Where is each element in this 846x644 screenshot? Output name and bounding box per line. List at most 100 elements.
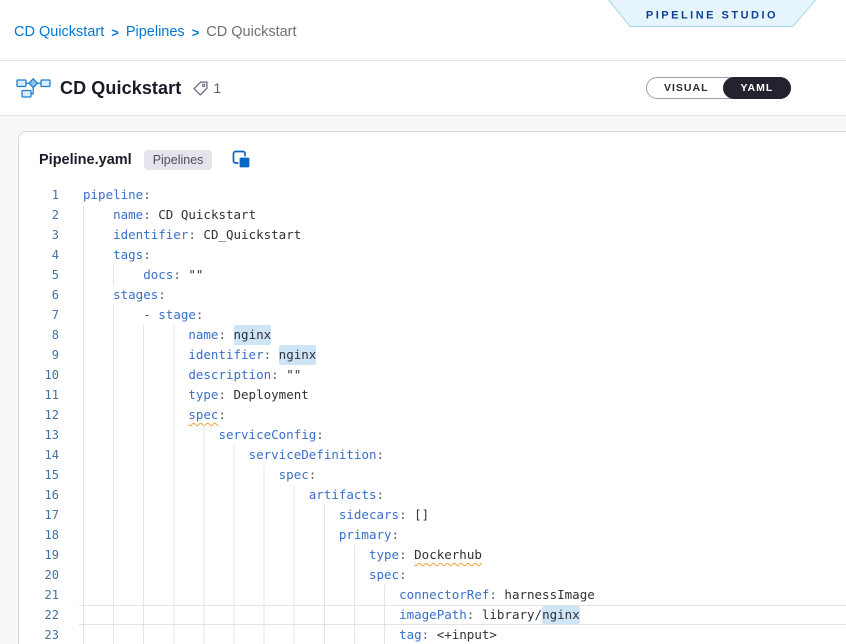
- indent-guides: [83, 485, 309, 505]
- line-number: 13: [19, 425, 59, 445]
- code-line-content: sidecars: []: [79, 505, 846, 525]
- tag-icon: [192, 80, 209, 97]
- indent-guides: [83, 585, 399, 605]
- breadcrumb-current: CD Quickstart: [206, 24, 296, 40]
- indent-guides: [83, 205, 113, 225]
- indent-guides: [83, 365, 188, 385]
- copy-yaml-button[interactable]: [230, 148, 253, 171]
- code-line-15[interactable]: 15spec:: [19, 465, 846, 485]
- code-line-11[interactable]: 11type: Deployment: [19, 385, 846, 405]
- tags-indicator[interactable]: 1: [192, 80, 221, 97]
- line-number: 21: [19, 585, 59, 605]
- line-number: 23: [19, 625, 59, 644]
- indent-guides: [83, 565, 369, 585]
- code-line-9[interactable]: 9 identifier: nginx: [19, 345, 846, 365]
- top-bar: CD Quickstart > Pipelines > CD Quickstar…: [0, 0, 846, 61]
- line-number: 7: [19, 305, 59, 325]
- code-line-18[interactable]: 18primary:: [19, 525, 846, 545]
- code-line-content: primary:: [79, 525, 846, 545]
- copy-icon: [230, 148, 253, 171]
- code-line-content: type: Dockerhub: [79, 545, 846, 565]
- indent-guides: [83, 325, 188, 345]
- code-line-17[interactable]: 17 sidecars: []: [19, 505, 846, 525]
- indent-guides: [83, 465, 279, 485]
- breadcrumb-separator: >: [192, 25, 200, 40]
- indent-guides: [83, 445, 249, 465]
- breadcrumb-link-pipelines[interactable]: Pipelines: [126, 24, 185, 40]
- line-number: 10: [19, 365, 59, 385]
- code-line-content: pipeline:: [79, 185, 846, 205]
- indent-guides: [83, 425, 218, 445]
- code-line-8[interactable]: 8 name: nginx: [19, 325, 846, 345]
- indent-guides: [83, 345, 188, 365]
- code-line-content: description: "": [79, 365, 846, 385]
- line-number: 5: [19, 265, 59, 285]
- code-line-3[interactable]: 3 identifier: CD_Quickstart: [19, 225, 846, 245]
- indent-guides: [83, 385, 188, 405]
- line-number: 9: [19, 345, 59, 365]
- line-number: 16: [19, 485, 59, 505]
- code-line-content: identifier: nginx: [79, 345, 846, 365]
- indent-guides: [83, 625, 399, 644]
- code-line-5[interactable]: 5 docs: "": [19, 265, 846, 285]
- tag-count: 1: [213, 80, 221, 96]
- breadcrumb-link-project[interactable]: CD Quickstart: [14, 24, 104, 40]
- code-line-6[interactable]: 6 stages:: [19, 285, 846, 305]
- code-line-content: imagePath: library/nginx: [79, 605, 846, 625]
- code-line-content: - stage:: [79, 305, 846, 325]
- indent-guides: [83, 606, 399, 624]
- code-line-23[interactable]: 23 tag: <+input>: [19, 625, 846, 644]
- code-line-20[interactable]: 20spec:: [19, 565, 846, 585]
- line-number: 1: [19, 185, 59, 205]
- indent-guides: [83, 405, 188, 425]
- code-line-13[interactable]: 13serviceConfig:: [19, 425, 846, 445]
- line-number: 22: [19, 605, 59, 625]
- file-name: Pipeline.yaml: [39, 152, 132, 168]
- code-line-7[interactable]: 7 - stage:: [19, 305, 846, 325]
- code-line-content: name: CD Quickstart: [79, 205, 846, 225]
- code-line-12[interactable]: 12 spec:: [19, 405, 846, 425]
- editor-header: Pipeline.yaml Pipelines: [19, 132, 846, 179]
- line-number: 17: [19, 505, 59, 525]
- indent-guides: [83, 285, 113, 305]
- line-number: 4: [19, 245, 59, 265]
- code-line-4[interactable]: 4 tags:: [19, 245, 846, 265]
- pipeline-icon: [16, 77, 51, 99]
- code-line-14[interactable]: 14serviceDefinition:: [19, 445, 846, 465]
- yaml-toggle-button[interactable]: YAML: [723, 77, 792, 99]
- code-line-16[interactable]: 16 artifacts:: [19, 485, 846, 505]
- indent-guides: [83, 265, 143, 285]
- line-number: 14: [19, 445, 59, 465]
- line-number: 12: [19, 405, 59, 425]
- code-line-21[interactable]: 21 connectorRef: harnessImage: [19, 585, 846, 605]
- breadcrumb-separator: >: [111, 25, 119, 40]
- code-line-19[interactable]: 19type: Dockerhub: [19, 545, 846, 565]
- pipeline-studio-badge: PIPELINE STUDIO: [606, 0, 818, 28]
- code-line-content: identifier: CD_Quickstart: [79, 225, 846, 245]
- code-line-2[interactable]: 2 name: CD Quickstart: [19, 205, 846, 225]
- code-line-content: docs: "": [79, 265, 846, 285]
- line-number: 3: [19, 225, 59, 245]
- line-number: 2: [19, 205, 59, 225]
- code-lines: 1 pipeline: 2 name: CD Quickstart 3 identifie…: [19, 185, 846, 644]
- code-line-content: stages:: [79, 285, 846, 305]
- code-line-content: artifacts:: [79, 485, 846, 505]
- code-line-10[interactable]: 10 description: "": [19, 365, 846, 385]
- indent-guides: [83, 545, 369, 565]
- visual-toggle-button[interactable]: VISUAL: [647, 77, 724, 99]
- indent-guides: [83, 505, 339, 525]
- code-line-content: tags:: [79, 245, 846, 265]
- code-line-1[interactable]: 1 pipeline:: [19, 185, 846, 205]
- code-line-content: connectorRef: harnessImage: [79, 585, 846, 605]
- code-line-content: spec:: [79, 405, 846, 425]
- line-number: 8: [19, 325, 59, 345]
- indent-guides: [83, 245, 113, 265]
- code-line-content: tag: <+input>: [79, 625, 846, 644]
- code-line-content: name: nginx: [79, 325, 846, 345]
- code-line-content: spec:: [79, 565, 846, 585]
- page-title: CD Quickstart: [60, 78, 181, 99]
- pipeline-studio-label: PIPELINE STUDIO: [646, 10, 778, 22]
- code-line-content: type: Deployment: [79, 385, 846, 405]
- code-line-22[interactable]: 22 imagePath: library/nginx: [19, 605, 846, 625]
- line-number: 6: [19, 285, 59, 305]
